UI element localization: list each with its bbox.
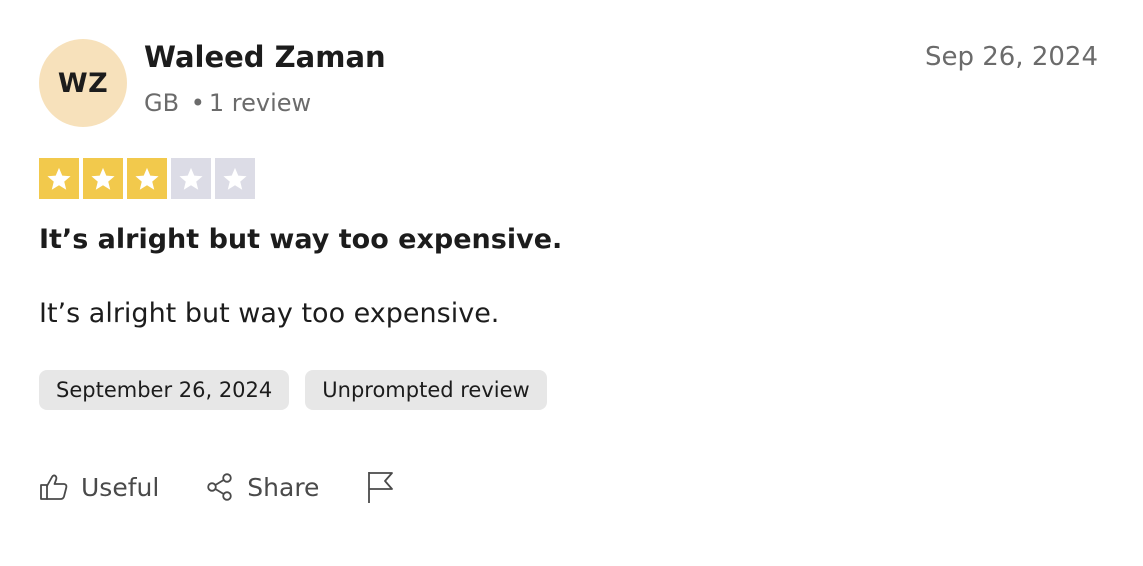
review-date: Sep 26, 2024 [924, 42, 1098, 72]
experience-date-tag: September 26, 2024 [39, 370, 290, 410]
reviewer-review-count: 1 review [208, 89, 312, 117]
share-icon [207, 473, 232, 501]
reviewer-country: GB [144, 89, 180, 117]
star-rating [39, 158, 255, 199]
share-button[interactable]: Share [205, 472, 319, 502]
star-filled [83, 158, 123, 199]
star-empty [215, 158, 255, 199]
star-icon [47, 167, 71, 190]
useful-label: Useful [81, 472, 160, 502]
useful-button[interactable]: Useful [39, 472, 159, 502]
avatar-initials: WZ [57, 67, 109, 99]
reviewer-name[interactable]: Waleed Zaman [144, 40, 386, 74]
review-type-tag[interactable]: Unprompted review [305, 370, 547, 410]
review-body: It’s alright but way too expensive. [39, 298, 500, 329]
reviewer-meta: GB • 1 review [144, 89, 311, 117]
star-filled [39, 158, 79, 199]
report-button[interactable] [365, 470, 395, 504]
review-tags: September 26, 2024 Unprompted review [39, 370, 547, 410]
star-icon [91, 167, 115, 190]
star-icon [135, 167, 159, 190]
review-title[interactable]: It’s alright but way too expensive. [39, 224, 562, 255]
star-icon [223, 167, 247, 190]
star-icon [179, 167, 203, 190]
share-label: Share [247, 472, 320, 502]
review-actions: Useful Share [39, 470, 441, 504]
star-filled [127, 158, 167, 199]
thumbs-up-icon [40, 474, 68, 500]
avatar[interactable]: WZ [39, 39, 127, 127]
meta-separator: • [190, 89, 205, 117]
star-empty [171, 158, 211, 199]
flag-icon [368, 472, 394, 503]
